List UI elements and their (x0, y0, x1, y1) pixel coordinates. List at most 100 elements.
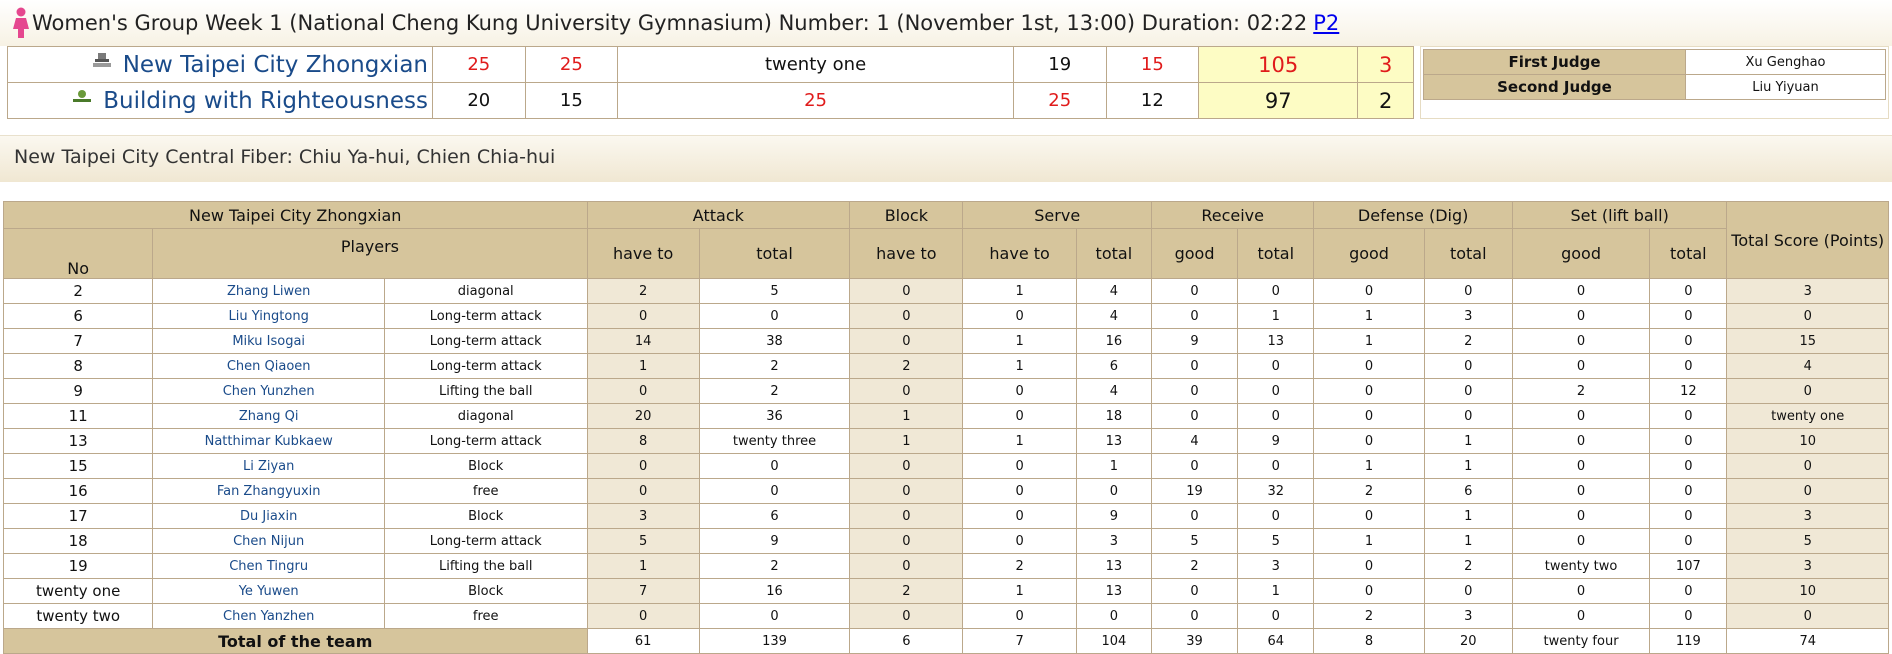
attack-total: 9 (698, 528, 851, 554)
receive-good: 4 (1150, 428, 1239, 454)
player-name-link[interactable]: Ye Yuwen (152, 578, 385, 604)
set-good-header: good (1511, 228, 1651, 279)
no: 17 (2, 503, 154, 529)
team-name: Building with Righteousness (103, 87, 428, 114)
player-name-link[interactable]: Natthimar Kubkaew (152, 428, 385, 454)
defense-good: 0 (1313, 503, 1425, 529)
serve-total: 3 (1075, 528, 1152, 554)
team-name-cell: New Taipei City Zhongxian (7, 46, 433, 83)
player-name-link[interactable]: Chen Yanzhen (152, 603, 385, 629)
set-good: 0 (1511, 353, 1651, 379)
defense-good: 0 (1313, 578, 1425, 604)
no: 2 (2, 278, 154, 304)
player-name-link[interactable]: Zhang Liwen (152, 278, 385, 304)
total-cell: 8 (1313, 628, 1425, 654)
receive-total: 0 (1237, 353, 1315, 379)
attack-have: 1 (586, 553, 700, 579)
defense-total: 3 (1423, 303, 1513, 329)
set-good: 2 (1511, 378, 1651, 404)
set-score: 12 (1105, 82, 1200, 119)
team-total-label: Total of the team (3, 628, 588, 654)
receive-good: 5 (1150, 528, 1239, 554)
set-score: 15 (1105, 46, 1200, 83)
attack-have: 0 (586, 603, 700, 629)
defense-total: 1 (1423, 528, 1513, 554)
block-have: 0 (849, 278, 964, 304)
attack-total: 36 (698, 403, 851, 429)
total-cell: 139 (698, 628, 851, 654)
player-row: 9 Chen Yunzhen Lifting the ball 0 2 0 0 4 0 0 0 0 2 1… (2, 378, 1889, 404)
total-cell: 6 (849, 628, 964, 654)
serve-total: 0 (1075, 603, 1152, 629)
set-good: 0 (1511, 303, 1651, 329)
receive-good: 0 (1150, 578, 1239, 604)
receive-total: 0 (1237, 603, 1315, 629)
total-score: 3 (1726, 503, 1889, 529)
block-header: Block (849, 201, 964, 229)
attack-have: 1 (586, 353, 700, 379)
set-total-header: total (1649, 228, 1728, 279)
serve-total: 4 (1075, 278, 1152, 304)
receive-total: 13 (1237, 328, 1315, 354)
first-judge-label: First Judge (1423, 49, 1686, 75)
set-score: 19 (1012, 46, 1107, 83)
serve-total: 13 (1075, 428, 1152, 454)
defense-good: 0 (1313, 353, 1425, 379)
player-rows: 2 Zhang Liwen diagonal 2 5 0 1 4 0 0 0 0 0 0 3 6 Liu Yin… (2, 278, 1889, 629)
defense-good-header: good (1313, 228, 1425, 279)
serve-total: 6 (1075, 353, 1152, 379)
defense-total: 2 (1423, 553, 1513, 579)
receive-total: 9 (1237, 428, 1315, 454)
team-logo-icon (92, 52, 111, 67)
no: 11 (2, 403, 154, 429)
player-row: 17 Du Jiaxin Block 3 6 0 0 9 0 0 0 1 0 0 3 (2, 503, 1889, 529)
attack-total: 0 (698, 303, 851, 329)
player-name-link[interactable]: Chen Nijun (152, 528, 385, 554)
block-have: 2 (849, 353, 964, 379)
player-name-link[interactable]: Du Jiaxin (152, 503, 385, 529)
set-score: 25 (1012, 82, 1107, 119)
sets-won: 3 (1357, 46, 1414, 83)
block-have: 0 (849, 453, 964, 479)
defense-total: 0 (1423, 578, 1513, 604)
player-name-link[interactable]: Chen Yunzhen (152, 378, 385, 404)
player-name-link[interactable]: Fan Zhangyuxin (152, 478, 385, 504)
attack-have: 0 (586, 378, 700, 404)
p2-link[interactable]: P2 (1313, 11, 1339, 35)
set-good: 0 (1511, 578, 1651, 604)
total-cell: 61 (586, 628, 700, 654)
set-total: 0 (1649, 528, 1728, 554)
scoreboard: New Taipei City Zhongxian 25 25 twenty o… (0, 46, 1892, 119)
attack-have: 20 (586, 403, 700, 429)
defense-good: 1 (1313, 528, 1425, 554)
set-total: 0 (1649, 403, 1728, 429)
female-icon (13, 7, 29, 38)
player-row: 6 Liu Yingtong Long-term attack 0 0 0 0 4 0 1 1 3 0 0… (2, 303, 1889, 329)
player-name-link[interactable]: Liu Yingtong (152, 303, 385, 329)
player-name-link[interactable]: Li Ziyan (152, 453, 385, 479)
player-position: Long-term attack (383, 528, 588, 554)
block-have: 0 (849, 478, 964, 504)
serve-have: 1 (962, 428, 1077, 454)
set-score: 25 (432, 46, 526, 83)
total-cell: 20 (1423, 628, 1513, 654)
attack-total: 5 (698, 278, 851, 304)
player-position: Lifting the ball (383, 553, 588, 579)
attack-total: twenty three (698, 428, 851, 454)
player-name-link[interactable]: Chen Qiaoen (152, 353, 385, 379)
serve-have: 0 (962, 528, 1077, 554)
player-name-link[interactable]: Miku Isogai (152, 328, 385, 354)
divider (0, 119, 1892, 136)
set-total: 0 (1649, 478, 1728, 504)
player-position: Block (383, 578, 588, 604)
serve-have: 0 (962, 503, 1077, 529)
block-have: 0 (849, 603, 964, 629)
no: 8 (2, 353, 154, 379)
judges-table: First Judge Xu Genghao Second Judge Liu … (1423, 49, 1886, 100)
player-name-link[interactable]: Zhang Qi (152, 403, 385, 429)
player-name-link[interactable]: Chen Tingru (152, 553, 385, 579)
defense-good: 0 (1313, 403, 1425, 429)
player-position: Long-term attack (383, 428, 588, 454)
attack-total: 6 (698, 503, 851, 529)
